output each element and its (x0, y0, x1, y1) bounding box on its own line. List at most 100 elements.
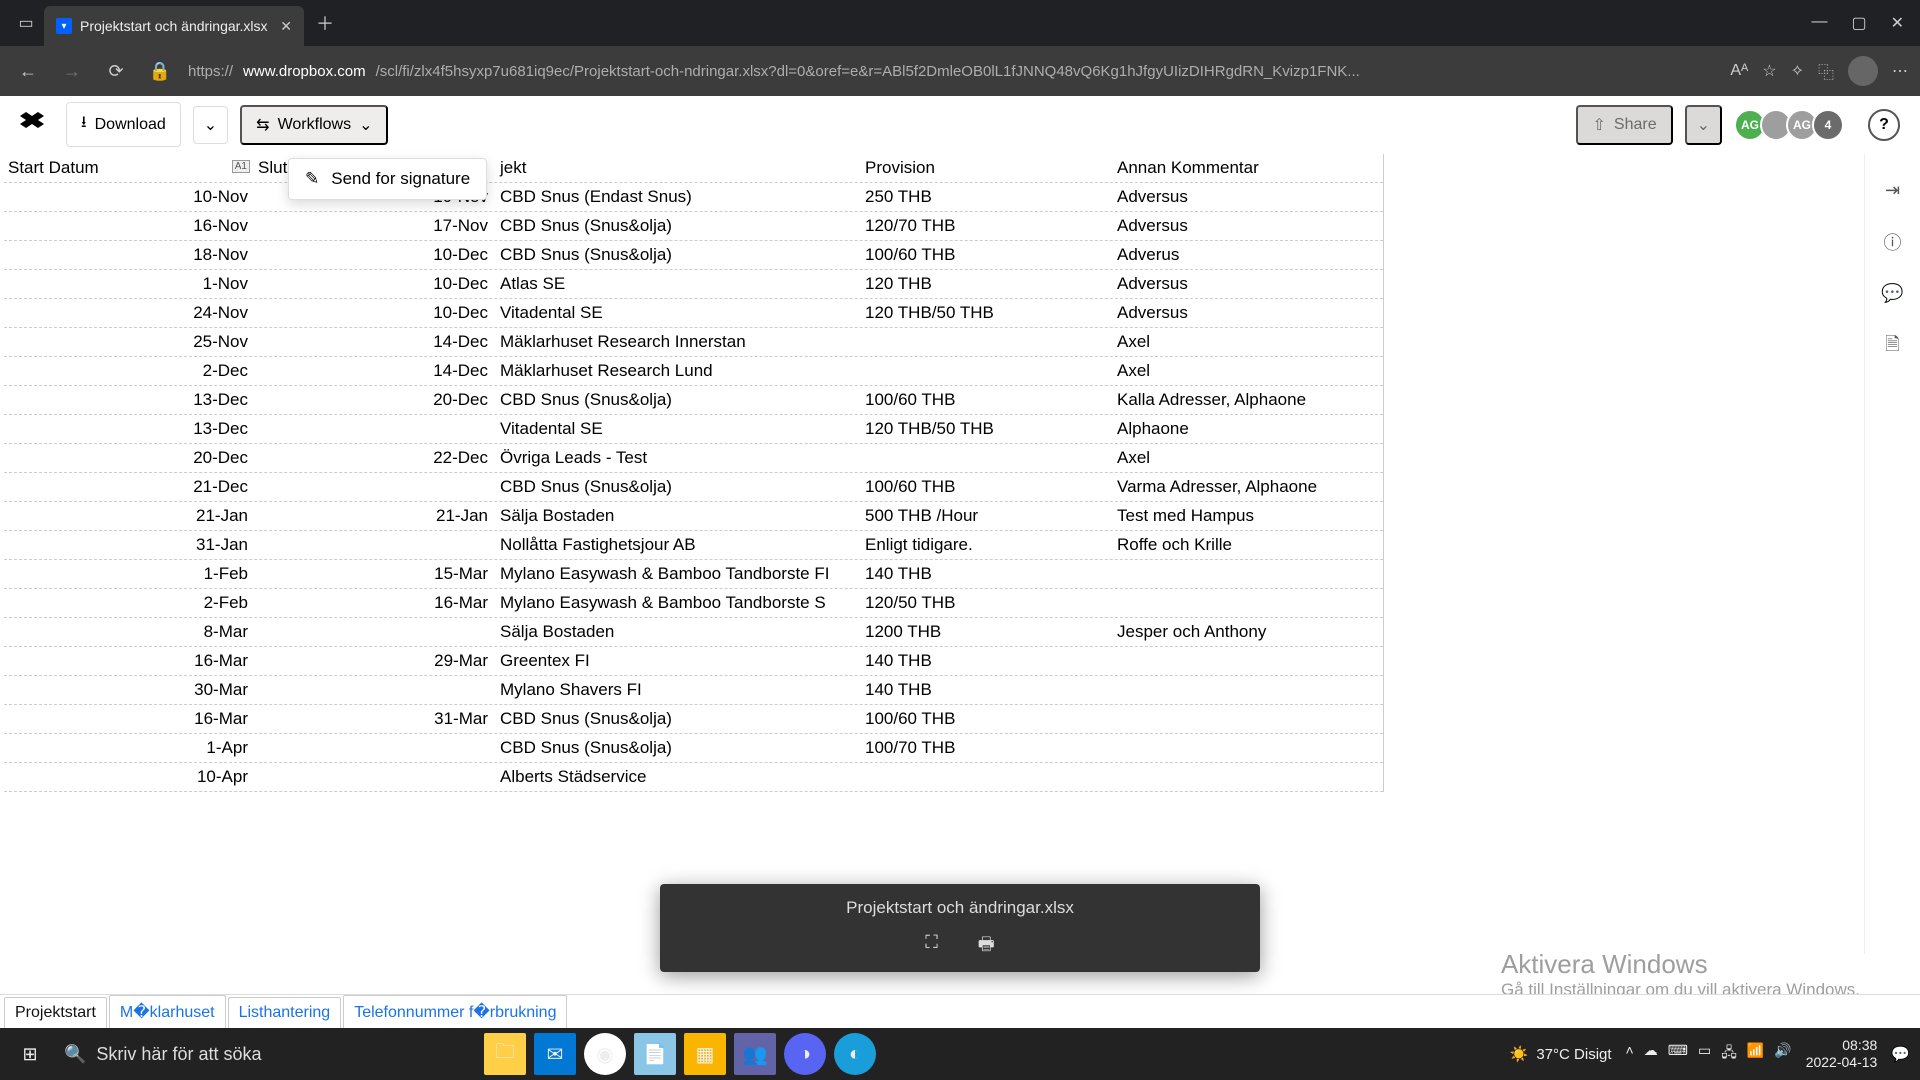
cell-projekt[interactable]: Mylano Easywash & Bamboo Tandborste S (494, 593, 859, 613)
cell-kommentar[interactable]: Adversus (1111, 216, 1351, 236)
cell-projekt[interactable]: CBD Snus (Snus&olja) (494, 216, 859, 236)
cell-projekt[interactable]: Sälja Bostaden (494, 622, 859, 642)
cell-projekt[interactable]: CBD Snus (Snus&olja) (494, 390, 859, 410)
cell-kommentar[interactable]: Roffe och Krille (1111, 535, 1351, 555)
cell-start[interactable]: 2-Dec (4, 361, 254, 381)
cell-provision[interactable]: 100/60 THB (859, 390, 1111, 410)
cell-slut[interactable]: 10-Dec (254, 274, 494, 294)
cell-slut[interactable]: 10-Dec (254, 245, 494, 265)
file-activity-icon[interactable]: 🗎 (1885, 332, 1899, 362)
volume-icon[interactable]: 🔊 (1774, 1042, 1791, 1066)
cell-projekt[interactable]: Greentex FI (494, 651, 859, 671)
table-row[interactable]: 1-Feb15-MarMylano Easywash & Bamboo Tand… (4, 560, 1383, 589)
cell-start[interactable]: 1-Feb (4, 564, 254, 584)
cell-projekt[interactable]: Vitadental SE (494, 419, 859, 439)
collaborator-avatars[interactable]: AG AG 4 (1740, 109, 1844, 141)
cell-slut[interactable]: 20-Dec (254, 390, 494, 410)
table-row[interactable]: 16-Mar31-MarCBD Snus (Snus&olja)100/60 T… (4, 705, 1383, 734)
cell-slut[interactable]: 22-Dec (254, 448, 494, 468)
cell-slut[interactable]: 16-Mar (254, 593, 494, 613)
table-row[interactable]: 31-Jan Nollåtta Fastighetsjour ABEnligt t… (4, 531, 1383, 560)
cell-slut[interactable]: 15-Mar (254, 564, 494, 584)
cell-kommentar[interactable]: Varma Adresser, Alphaone (1111, 477, 1351, 497)
close-window-icon[interactable]: ✕ (1891, 13, 1904, 33)
cell-provision[interactable]: 120/50 THB (859, 593, 1111, 613)
cell-start[interactable]: 20-Dec (4, 448, 254, 468)
cell-projekt[interactable]: CBD Snus (Snus&olja) (494, 477, 859, 497)
col-provision[interactable]: Provision (859, 158, 1111, 178)
cell-start[interactable]: 16-Nov (4, 216, 254, 236)
cell-provision[interactable]: 120 THB (859, 274, 1111, 294)
teams-icon[interactable]: 👥 (734, 1033, 776, 1075)
help-button[interactable]: ? (1868, 109, 1900, 141)
cell-kommentar[interactable]: Kalla Adresser, Alphaone (1111, 390, 1351, 410)
back-button[interactable]: ← (12, 61, 44, 82)
cell-kommentar[interactable]: Alphaone (1111, 419, 1351, 439)
table-row[interactable]: 18-Nov10-DecCBD Snus (Snus&olja)100/60 T… (4, 241, 1383, 270)
cell-provision[interactable]: 500 THB /Hour (859, 506, 1111, 526)
cell-kommentar[interactable]: Adversus (1111, 187, 1351, 207)
share-options-button[interactable]: ⌄ (1685, 105, 1722, 145)
onedrive-icon[interactable]: ☁ (1644, 1042, 1658, 1066)
table-row[interactable]: 13-Dec Vitadental SE120 THB/50 THBAlphaon… (4, 415, 1383, 444)
network-icon[interactable]: 🖧 (1721, 1042, 1737, 1066)
table-row[interactable]: 8-MarSälja Bostaden1200 THBJesper och An… (4, 618, 1383, 647)
cell-provision[interactable]: Enligt tidigare. (859, 535, 1111, 555)
cell-projekt[interactable]: CBD Snus (Snus&olja) (494, 245, 859, 265)
edge-icon[interactable]: ◐ (834, 1033, 876, 1075)
site-lock-icon[interactable]: 🔒 (144, 61, 176, 82)
close-tab-icon[interactable]: ✕ (280, 18, 292, 35)
new-tab-button[interactable]: ＋ (316, 10, 334, 36)
share-button[interactable]: ⇧ Share (1576, 105, 1672, 145)
wifi-icon[interactable]: 📶 (1747, 1042, 1764, 1066)
keyboard-icon[interactable]: ⌨ (1668, 1042, 1688, 1066)
download-options-button[interactable]: ⌄ (193, 106, 228, 144)
cell-provision[interactable]: 120/70 THB (859, 216, 1111, 236)
cell-projekt[interactable]: Alberts Städservice (494, 767, 859, 787)
sheet-tab-listhantering[interactable]: Listhantering (228, 997, 342, 1028)
cell-provision[interactable]: 250 THB (859, 187, 1111, 207)
cell-start[interactable]: 10-Nov (4, 187, 254, 207)
table-row[interactable]: 13-Dec20-DecCBD Snus (Snus&olja)100/60 T… (4, 386, 1383, 415)
cell-slut[interactable]: 10-Dec (254, 303, 494, 323)
minimize-icon[interactable]: ― (1811, 13, 1827, 33)
cell-start[interactable]: 1-Nov (4, 274, 254, 294)
cell-provision[interactable]: 120 THB/50 THB (859, 419, 1111, 439)
favorite-icon[interactable]: ☆ (1762, 61, 1776, 81)
cell-provision[interactable]: 140 THB (859, 651, 1111, 671)
cell-projekt[interactable]: CBD Snus (Endast Snus) (494, 187, 859, 207)
table-row[interactable]: 2-Dec14-DecMäklarhuset Research LundAxel (4, 357, 1383, 386)
cell-kommentar[interactable]: Adverus (1111, 245, 1351, 265)
notepad-icon[interactable]: 📄 (634, 1033, 676, 1075)
cell-projekt[interactable]: Mylano Easywash & Bamboo Tandborste FI (494, 564, 859, 584)
url-bar[interactable]: https://www.dropbox.com/scl/fi/zlx4f5hsy… (188, 63, 1710, 80)
cell-projekt[interactable]: Nollåtta Fastighetsjour AB (494, 535, 859, 555)
cell-projekt[interactable]: CBD Snus (Snus&olja) (494, 738, 859, 758)
mail-icon[interactable]: ✉ (534, 1033, 576, 1075)
cell-start[interactable]: 1-Apr (4, 738, 254, 758)
cell-provision[interactable]: 1200 THB (859, 622, 1111, 642)
sticky-notes-icon[interactable]: ▦ (684, 1033, 726, 1075)
tray-chevron-icon[interactable]: ˄ (1626, 1042, 1634, 1066)
taskbar-search[interactable]: 🔍 Skriv här för att söka (64, 1034, 464, 1074)
cell-kommentar[interactable]: Axel (1111, 361, 1351, 381)
cell-projekt[interactable]: Mylano Shavers FI (494, 680, 859, 700)
table-row[interactable]: 21-DecCBD Snus (Snus&olja)100/60 THBVarm… (4, 473, 1383, 502)
sheet-tab-maklarhuset[interactable]: M�klarhuset (109, 995, 226, 1028)
weather-widget[interactable]: ☀️ 37°C Disigt (1510, 1045, 1612, 1063)
cell-provision[interactable]: 140 THB (859, 564, 1111, 584)
cell-start[interactable]: 13-Dec (4, 419, 254, 439)
cell-slut[interactable]: 29-Mar (254, 651, 494, 671)
cell-kommentar[interactable]: Jesper och Anthony (1111, 622, 1351, 642)
cell-projekt[interactable]: Mäklarhuset Research Lund (494, 361, 859, 381)
cell-start[interactable]: 13-Dec (4, 390, 254, 410)
cell-start[interactable]: 31-Jan (4, 535, 254, 555)
table-row[interactable]: 21-Jan21-JanSälja Bostaden500 THB /HourT… (4, 502, 1383, 531)
cell-projekt[interactable]: Övriga Leads - Test (494, 448, 859, 468)
read-aloud-icon[interactable]: Aᴬ (1730, 62, 1748, 80)
cell-start[interactable]: 24-Nov (4, 303, 254, 323)
cell-slut[interactable]: 14-Dec (254, 332, 494, 352)
cell-start[interactable]: 25-Nov (4, 332, 254, 352)
cell-provision[interactable]: 100/70 THB (859, 738, 1111, 758)
cell-start[interactable]: 16-Mar (4, 651, 254, 671)
